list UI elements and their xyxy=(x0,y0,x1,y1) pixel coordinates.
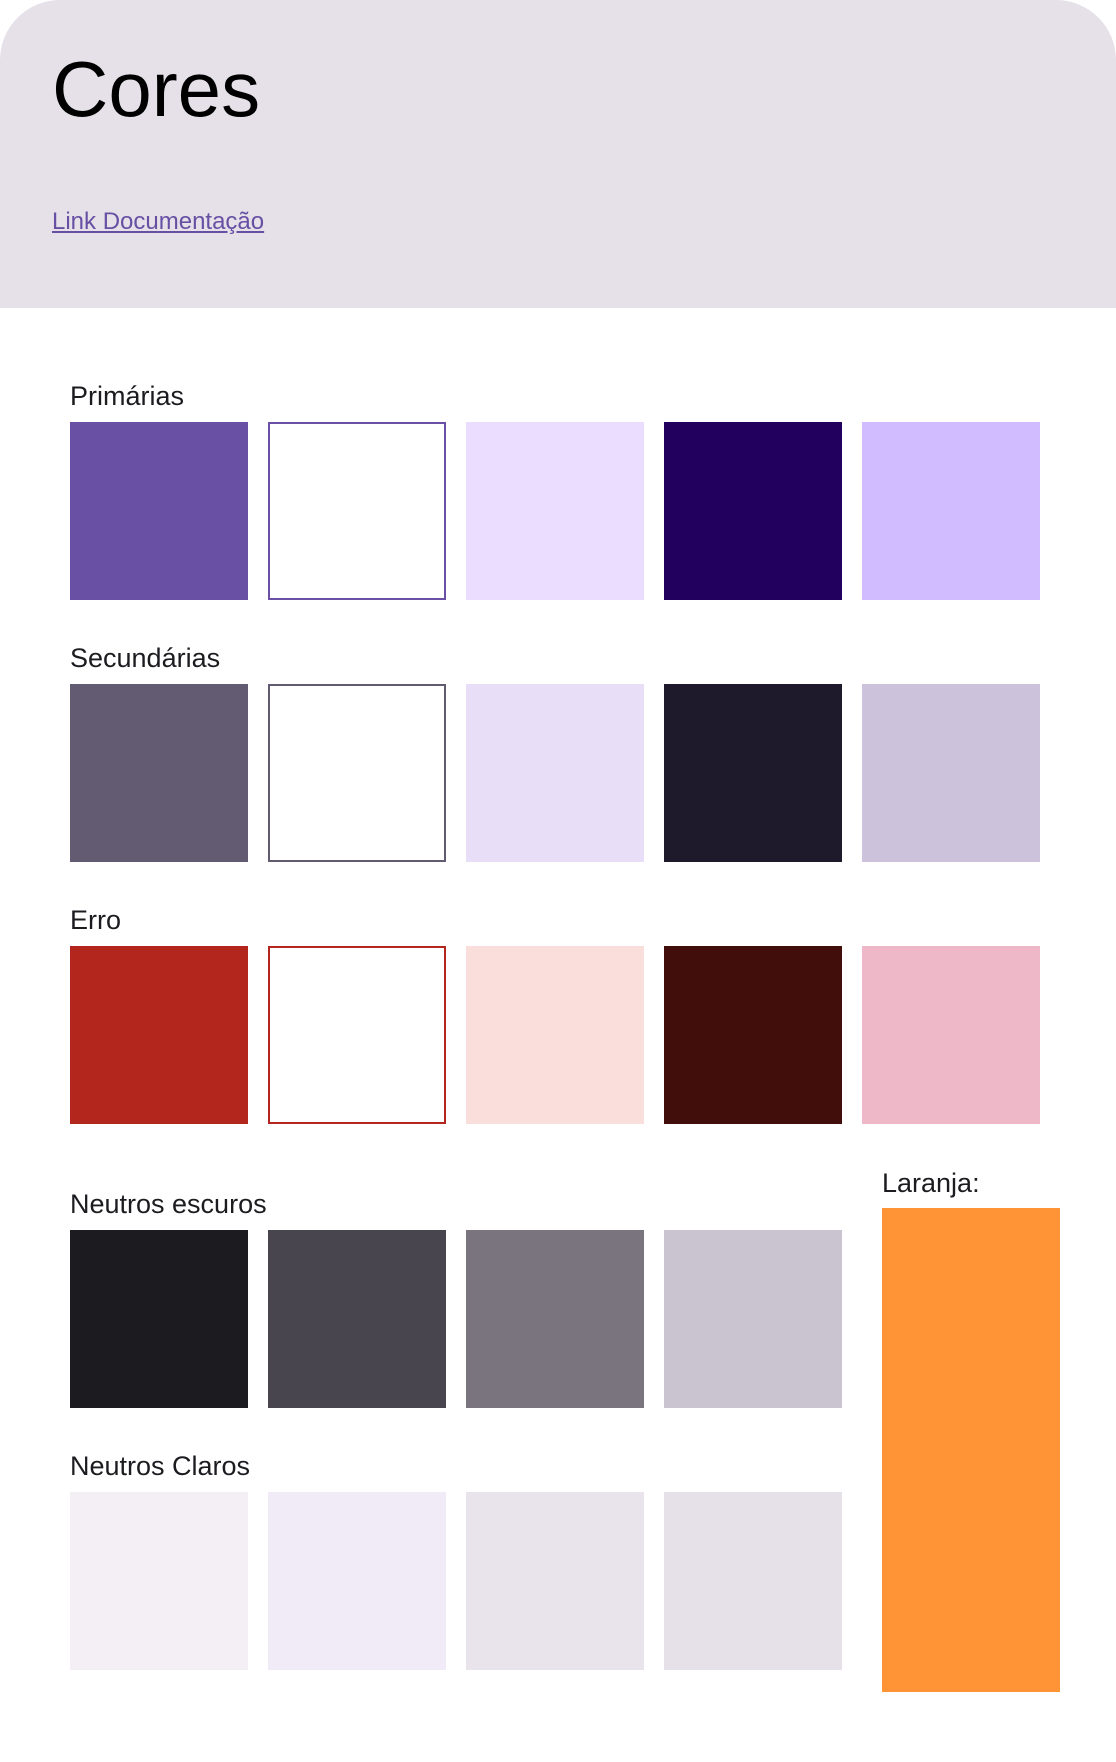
section-label-secundarias: Secundárias xyxy=(70,643,221,673)
swatch-on-error-container xyxy=(664,946,842,1124)
swatch-on-primary xyxy=(268,422,446,600)
swatch-neutral-light-3 xyxy=(466,1492,644,1670)
page-title: Cores xyxy=(52,45,261,133)
header-banner: Cores Link Documentação xyxy=(0,0,1116,308)
swatch-on-secondary xyxy=(268,684,446,862)
swatch-on-primary-container xyxy=(664,422,842,600)
section-label-erro: Erro xyxy=(70,905,122,935)
swatch-neutral-dark-3 xyxy=(466,1230,644,1408)
swatch-neutral-light-4 xyxy=(664,1492,842,1670)
swatch-neutral-dark-4 xyxy=(664,1230,842,1408)
section-label-laranja: Laranja: xyxy=(882,1168,980,1198)
swatch-secondary-variant xyxy=(862,684,1040,862)
swatch-orange xyxy=(882,1208,1060,1692)
swatch-neutral-dark-2 xyxy=(268,1230,446,1408)
swatch-secondary-container xyxy=(466,684,644,862)
swatch-primary-container xyxy=(466,422,644,600)
swatch-inverse-primary xyxy=(862,422,1040,600)
section-label-neutros-escuros: Neutros escuros xyxy=(70,1189,267,1219)
documentation-link[interactable]: Link Documentação xyxy=(52,208,264,236)
swatch-on-secondary-container xyxy=(664,684,842,862)
swatch-on-error xyxy=(268,946,446,1124)
swatch-primary xyxy=(70,422,248,600)
colors-page: Cores Link Documentação Primárias Secund… xyxy=(0,0,1116,1762)
swatch-neutral-dark-1 xyxy=(70,1230,248,1408)
swatch-neutral-light-2 xyxy=(268,1492,446,1670)
swatch-error-container xyxy=(466,946,644,1124)
swatch-neutral-light-1 xyxy=(70,1492,248,1670)
swatch-secondary xyxy=(70,684,248,862)
swatch-error xyxy=(70,946,248,1124)
swatch-error-variant xyxy=(862,946,1040,1124)
section-label-primarias: Primárias xyxy=(70,381,185,411)
section-label-neutros-claros: Neutros Claros xyxy=(70,1451,251,1481)
